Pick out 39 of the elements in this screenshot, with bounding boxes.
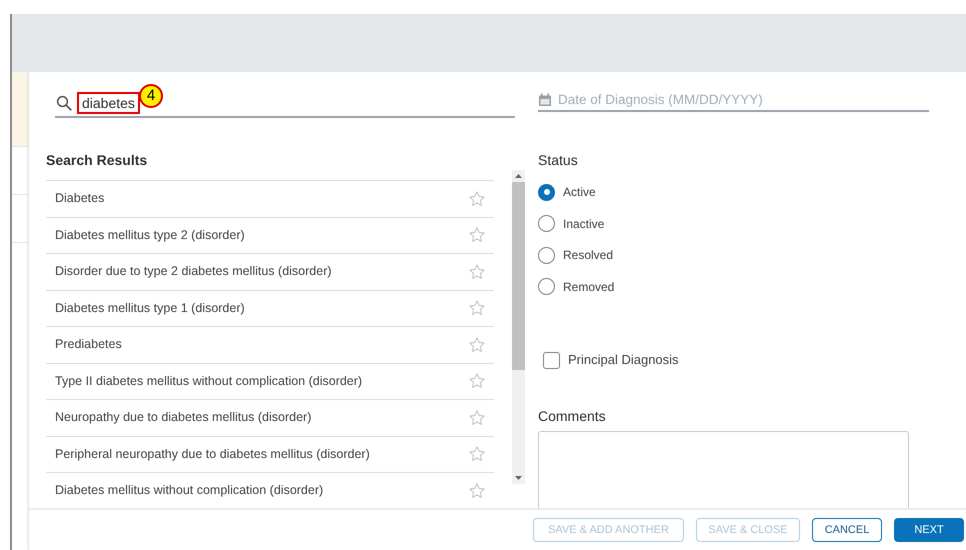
star-icon[interactable]	[468, 190, 486, 208]
scroll-down-icon[interactable]	[515, 476, 522, 480]
scroll-up-icon[interactable]	[515, 174, 522, 178]
star-icon[interactable]	[468, 299, 486, 318]
result-item[interactable]: Diabetes mellitus type 1 (disorder)	[46, 290, 494, 327]
star-icon[interactable]	[468, 226, 486, 244]
star-icon[interactable]	[468, 482, 486, 500]
principal-diagnosis-checkbox[interactable]: Principal Diagnosis	[543, 350, 944, 370]
result-item[interactable]: Neuropathy due to diabetes mellitus (disorder)	[46, 400, 494, 436]
result-item[interactable]: Peripheral neuropathy due to diabetes mellitus (disorder)	[46, 436, 494, 473]
star-icon[interactable]	[468, 445, 486, 464]
status-radio[interactable]: Active	[538, 176, 944, 208]
star-icon[interactable]	[468, 336, 486, 354]
star-icon[interactable]	[468, 372, 486, 390]
primary-button[interactable]: NEXT	[894, 518, 964, 542]
result-item[interactable]: Disorder due to type 2 diabetes mellitus (disorder)	[46, 254, 494, 290]
result-item[interactable]: Diabetes mellitus type 2 (disorder)	[46, 218, 494, 254]
status-radio[interactable]: Removed	[538, 270, 944, 302]
result-item[interactable]: Type II diabetes mellitus without complication (disorder)	[46, 364, 494, 400]
results-heading: Search Results	[46, 151, 148, 170]
result-item[interactable]: Diabetes	[46, 181, 494, 218]
step-badge: 4	[139, 84, 163, 108]
star-icon[interactable]	[468, 408, 486, 427]
result-item[interactable]: Prediabetes	[46, 327, 494, 364]
search-icon	[55, 94, 73, 112]
status-radio[interactable]: Inactive	[538, 208, 944, 240]
scrollbar[interactable]	[512, 170, 525, 484]
comments-label: Comments	[538, 406, 607, 426]
calendar-icon	[538, 93, 552, 108]
status-radio[interactable]: Resolved	[538, 239, 944, 271]
status-heading: Status	[538, 151, 579, 170]
scrollbar-thumb[interactable]	[512, 182, 525, 370]
star-icon[interactable]	[468, 262, 486, 281]
radio-icon	[538, 215, 555, 232]
radio-icon	[538, 246, 555, 264]
outline-button[interactable]: CANCEL	[812, 518, 882, 542]
radio-icon	[538, 184, 555, 200]
search-value: diabetes	[77, 92, 140, 114]
radio-icon	[538, 278, 555, 295]
